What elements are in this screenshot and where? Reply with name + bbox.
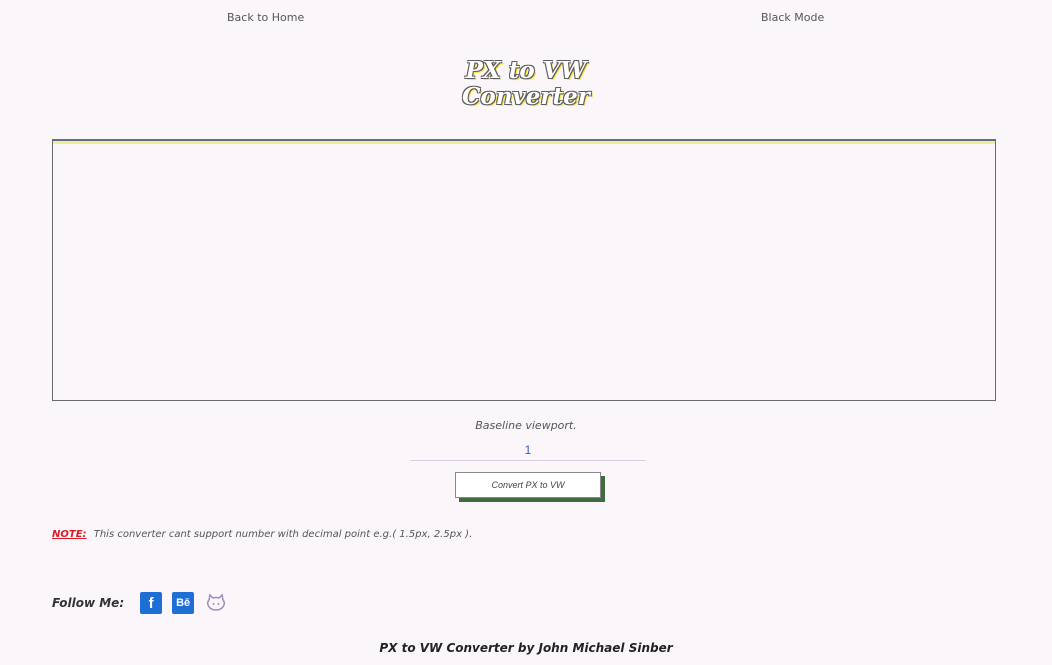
px-input-textarea[interactable] [52, 139, 996, 401]
title-line-2: Converter [462, 83, 590, 110]
title-line-1: PX to VW [465, 57, 587, 84]
baseline-viewport-input[interactable] [410, 440, 646, 461]
follow-label: Follow Me: [52, 596, 125, 610]
note-label: NOTE: [52, 529, 87, 540]
page-title: PX to VW Converter [0, 58, 1052, 110]
note: NOTE: This converter cant support number… [52, 529, 472, 540]
github-octocat-glyph [207, 593, 226, 611]
black-mode-toggle[interactable]: Black Mode [761, 11, 824, 24]
behance-icon[interactable]: Bē [172, 592, 195, 614]
convert-button[interactable]: Convert PX to VW [455, 472, 601, 498]
github-icon[interactable] [204, 592, 228, 614]
note-text: This converter cant support number with … [93, 529, 473, 540]
facebook-icon[interactable]: f [140, 592, 163, 614]
follow-me: Follow Me: f Bē [52, 592, 228, 614]
footer: PX to VW Converter by John Michael Sinbe… [379, 641, 673, 655]
back-to-home-link[interactable]: Back to Home [227, 11, 304, 24]
baseline-viewport-label: Baseline viewport. [475, 419, 577, 432]
